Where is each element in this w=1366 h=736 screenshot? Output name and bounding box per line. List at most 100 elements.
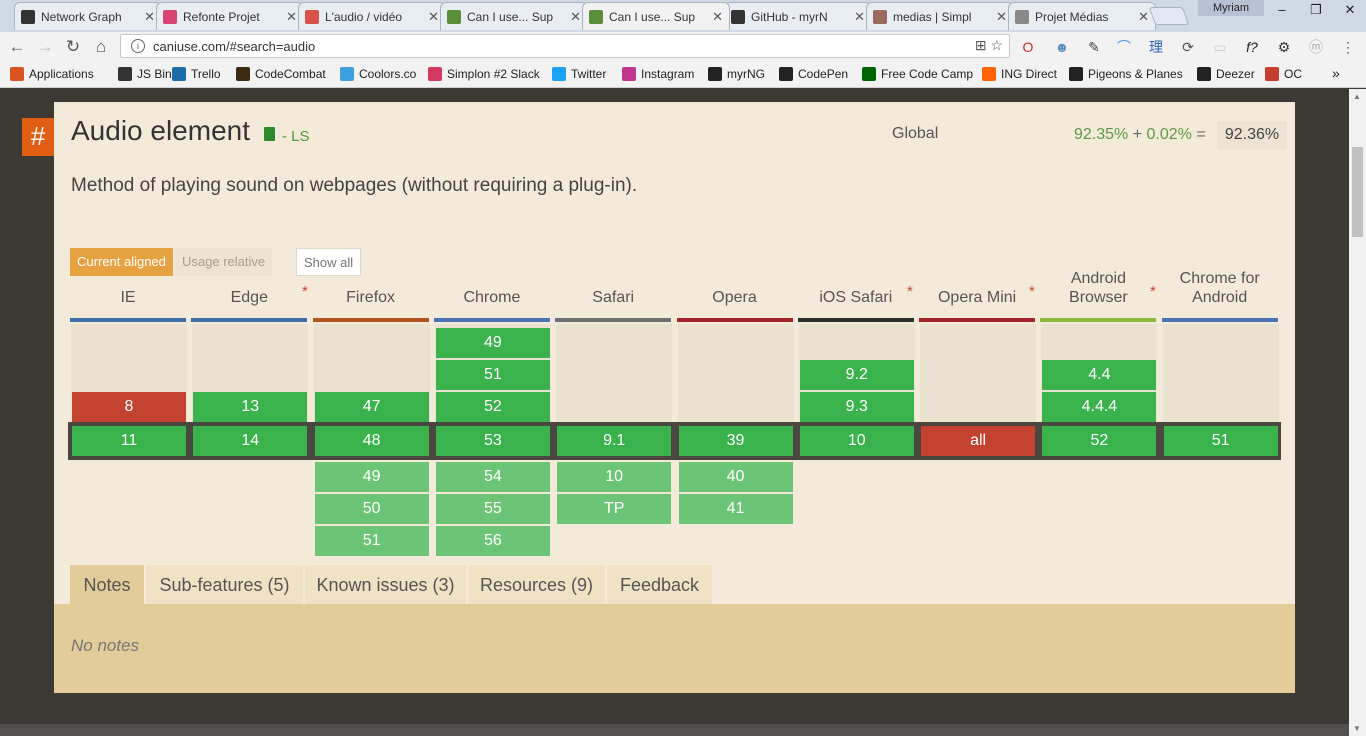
future-version-cell[interactable]: 41: [678, 494, 793, 524]
address-bar[interactable]: i caniuse.com/#search=audio ⊞ ☆: [120, 34, 1010, 58]
bookmark-item[interactable]: myrNG: [708, 67, 765, 81]
version-cell[interactable]: 4.4.4: [1042, 392, 1157, 422]
browser-tab[interactable]: Network Graph ✕: [14, 2, 162, 30]
notes-tab[interactable]: Known issues (3): [305, 565, 466, 604]
close-window-icon[interactable]: ✕: [1332, 0, 1366, 20]
profile-button[interactable]: Myriam: [1198, 0, 1264, 16]
future-version-cell[interactable]: 10: [557, 462, 672, 492]
note-asterisk-icon[interactable]: *: [907, 283, 913, 300]
version-cell[interactable]: 9.2: [799, 360, 914, 390]
home-icon[interactable]: ⌂: [90, 36, 112, 58]
sync-extension-icon[interactable]: ⟳: [1178, 37, 1198, 57]
browser-tab[interactable]: GitHub - myrN ✕: [724, 2, 872, 30]
back-icon[interactable]: ←: [6, 36, 28, 58]
bookmark-item[interactable]: Deezer: [1197, 67, 1255, 81]
translate-and-bookmark-star-icon[interactable]: ⊞ ☆: [975, 37, 1003, 54]
info-icon[interactable]: i: [131, 39, 145, 53]
version-cell[interactable]: 9.3: [799, 392, 914, 422]
current-version-cell[interactable]: 53: [435, 426, 550, 456]
close-tab-icon[interactable]: ✕: [854, 9, 865, 25]
bookmark-item[interactable]: CodeCombat: [236, 67, 326, 81]
bookmark-item[interactable]: Pigeons & Planes: [1069, 67, 1183, 81]
bookmark-item[interactable]: Instagram: [622, 67, 694, 81]
browser-tab[interactable]: L'audio / vidéo ✕: [298, 2, 446, 30]
notes-tab[interactable]: Notes: [70, 565, 144, 604]
browser-header[interactable]: Opera: [676, 280, 793, 322]
note-asterisk-icon[interactable]: *: [1029, 283, 1035, 300]
current-version-cell[interactable]: 14: [193, 426, 308, 456]
browser-tab[interactable]: Can I use... Sup ✕: [582, 2, 730, 30]
forward-icon[interactable]: →: [34, 36, 56, 58]
bookmark-item[interactable]: JS Bin: [118, 67, 172, 81]
future-version-cell[interactable]: 54: [435, 462, 550, 492]
future-version-cell[interactable]: 49: [314, 462, 429, 492]
bookmark-item[interactable]: OC: [1265, 67, 1302, 81]
future-version-cell[interactable]: 51: [314, 526, 429, 556]
function-extension-icon[interactable]: f?: [1242, 37, 1262, 57]
scrollbar[interactable]: ▲ ▼: [1349, 89, 1366, 736]
future-version-cell[interactable]: 56: [435, 526, 550, 556]
current-version-cell[interactable]: all: [921, 426, 1036, 456]
note-asterisk-icon[interactable]: *: [1150, 283, 1156, 300]
browser-header[interactable]: Chrome: [433, 280, 550, 322]
maximize-icon[interactable]: ❐: [1298, 0, 1334, 20]
current-version-cell[interactable]: 48: [314, 426, 429, 456]
bookmark-item[interactable]: ING Direct: [982, 67, 1057, 81]
current-version-cell[interactable]: 39: [678, 426, 793, 456]
m-extension-icon[interactable]: ⓜ: [1306, 37, 1326, 57]
notes-tab[interactable]: Feedback: [607, 565, 712, 604]
browser-header[interactable]: Firefox: [312, 280, 429, 322]
version-cell[interactable]: 47: [314, 392, 429, 422]
bookmark-item[interactable]: Simplon #2 Slack: [428, 67, 540, 81]
bookmark-item[interactable]: Coolors.co: [340, 67, 416, 81]
bookmark-item[interactable]: Applications: [10, 67, 94, 81]
browser-tab[interactable]: medias | Simpl ✕: [866, 2, 1014, 30]
browser-header[interactable]: Edge: [191, 280, 308, 322]
browser-header[interactable]: Android Browser: [1040, 270, 1157, 322]
current-version-cell[interactable]: 52: [1042, 426, 1157, 456]
kanji-extension-icon[interactable]: 理: [1146, 37, 1166, 57]
version-cell[interactable]: 4.4: [1042, 360, 1157, 390]
close-tab-icon[interactable]: ✕: [1138, 9, 1149, 25]
version-cell[interactable]: 52: [435, 392, 550, 422]
browser-header[interactable]: iOS Safari: [797, 280, 914, 322]
browser-header[interactable]: Opera Mini: [919, 280, 1036, 322]
blank-extension-icon[interactable]: ▭: [1210, 37, 1230, 57]
version-cell[interactable]: 51: [435, 360, 550, 390]
future-version-cell[interactable]: 55: [435, 494, 550, 524]
browser-header[interactable]: Safari: [555, 280, 672, 322]
close-tab-icon[interactable]: ✕: [286, 9, 297, 25]
version-cell[interactable]: 8: [72, 392, 186, 422]
scrollbar-thumb[interactable]: [1352, 147, 1363, 237]
browser-tab[interactable]: Projet Médias ✕: [1008, 2, 1156, 30]
rainbow-extension-icon[interactable]: ⌒: [1114, 37, 1134, 57]
close-tab-icon[interactable]: ✕: [144, 9, 155, 25]
current-aligned-button[interactable]: Current aligned: [70, 248, 173, 276]
reload-icon[interactable]: ↻: [62, 36, 84, 58]
close-tab-icon[interactable]: ✕: [570, 9, 581, 25]
hash-icon[interactable]: #: [22, 118, 54, 156]
current-version-cell[interactable]: 11: [72, 426, 186, 456]
current-version-cell[interactable]: 9.1: [557, 426, 672, 456]
status-badge[interactable]: - LS: [282, 128, 310, 145]
show-all-button[interactable]: Show all: [296, 248, 362, 276]
browser-tab[interactable]: Refonte Projet ✕: [156, 2, 304, 30]
browser-header[interactable]: IE: [70, 280, 186, 322]
future-version-cell[interactable]: 50: [314, 494, 429, 524]
menu-icon[interactable]: ⋮: [1338, 37, 1358, 57]
minimize-icon[interactable]: –: [1264, 0, 1300, 20]
ghost-extension-icon[interactable]: ☻: [1052, 37, 1072, 57]
note-asterisk-icon[interactable]: *: [302, 283, 308, 300]
bookmark-item[interactable]: CodePen: [779, 67, 848, 81]
close-tab-icon[interactable]: ✕: [712, 9, 723, 25]
bookmark-item[interactable]: Twitter: [552, 67, 606, 81]
notes-tab[interactable]: Sub-features (5): [146, 565, 303, 604]
browser-header[interactable]: Chrome for Android: [1161, 270, 1278, 322]
current-version-cell[interactable]: 51: [1163, 426, 1278, 456]
eyedropper-icon[interactable]: ✎: [1084, 37, 1104, 57]
future-version-cell[interactable]: TP: [557, 494, 672, 524]
browser-tab[interactable]: Can I use... Sup ✕: [440, 2, 588, 30]
current-version-cell[interactable]: 10: [799, 426, 914, 456]
close-tab-icon[interactable]: ✕: [428, 9, 439, 25]
usage-relative-button[interactable]: Usage relative: [175, 248, 273, 276]
